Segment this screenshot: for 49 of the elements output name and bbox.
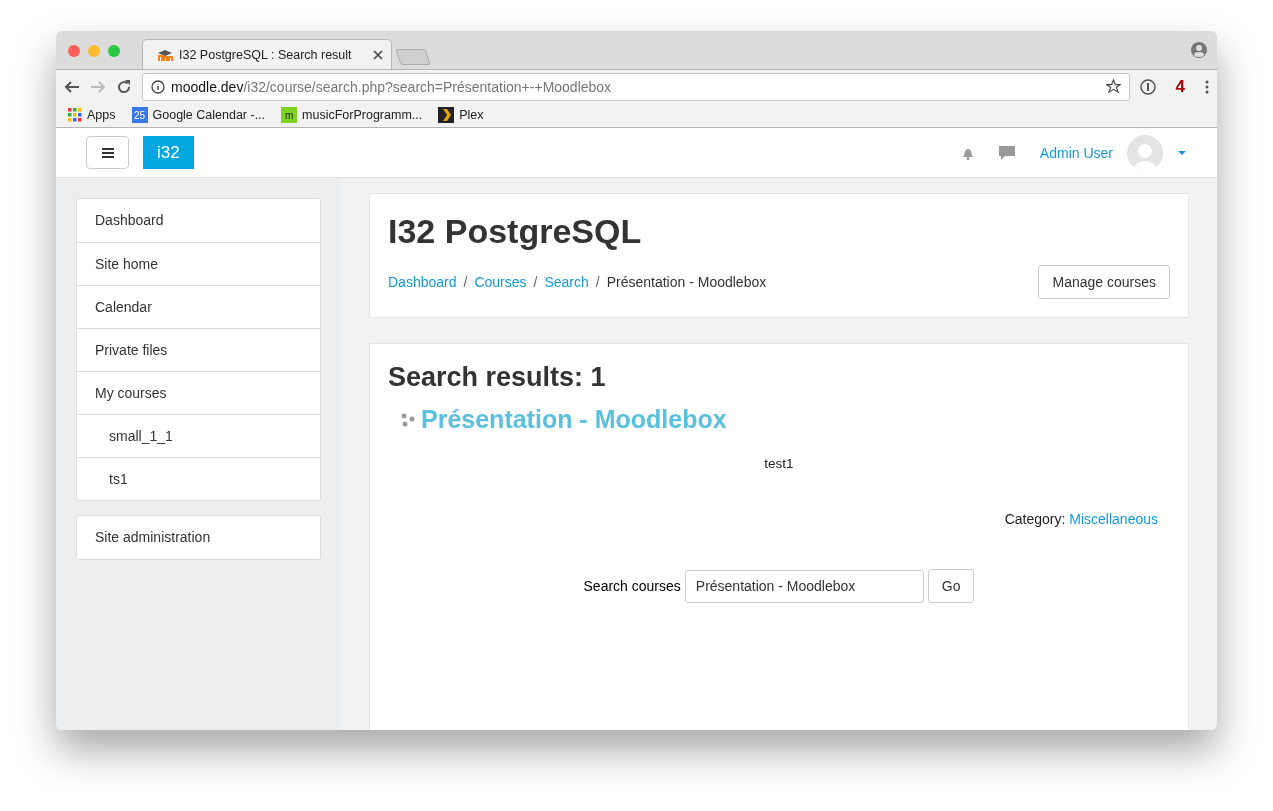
nav-item[interactable]: Calendar: [77, 285, 320, 328]
course-summary: test1: [763, 456, 795, 471]
menu-icon: [101, 147, 114, 158]
maximize-icon[interactable]: [108, 45, 120, 57]
apps-grid-icon: [68, 108, 82, 122]
caret-icon[interactable]: [1177, 149, 1187, 156]
search-field[interactable]: Présentation - Moodlebox: [684, 569, 924, 603]
close-icon[interactable]: [373, 49, 383, 60]
reload-icon[interactable]: [116, 78, 132, 95]
search-label: Search courses: [583, 578, 681, 594]
manage-courses-button[interactable]: Manage courses: [1038, 265, 1170, 299]
url-text: moodle.dev/i32/course/search.php?search=Présentation+-+Moodlebox: [171, 78, 612, 95]
new-tab-button[interactable]: [395, 49, 431, 65]
chat-icon[interactable]: [997, 144, 1016, 161]
music-m-icon: m: [281, 107, 298, 123]
bookmark-link[interactable]: Plex: [459, 108, 484, 122]
breadcrumb-separator: /: [595, 274, 600, 290]
course-icon: [400, 412, 415, 427]
nav-item[interactable]: ts1: [77, 457, 320, 500]
chevron-icon: [438, 107, 455, 123]
nav-item[interactable]: Dashboard: [77, 199, 320, 242]
info-icon: [151, 79, 165, 94]
profile-icon[interactable]: [1191, 42, 1207, 58]
bookmark-link[interactable]: musicForProgramm...: [302, 108, 423, 122]
bookmark-link[interactable]: Apps: [87, 108, 116, 122]
browser-tab[interactable]: I32 PostgreSQL : Search result: [142, 39, 392, 69]
breadcrumb-current[interactable]: Présentation - Moodlebox: [606, 274, 767, 290]
page-title: I32 PostgreSQL: [388, 212, 643, 251]
back-arrow-icon[interactable]: [64, 78, 80, 95]
calendar-icon: 25: [131, 107, 148, 123]
more-menu-icon[interactable]: [1205, 79, 1209, 94]
category-label: Category:: [1004, 511, 1066, 527]
nav-item[interactable]: small_1_1: [77, 414, 320, 457]
nav-item[interactable]: My courses: [77, 371, 320, 414]
breadcrumb-separator: /: [533, 274, 538, 290]
password-manager-icon[interactable]: [1139, 78, 1156, 95]
star-icon[interactable]: [1105, 79, 1121, 94]
forward-arrow-icon[interactable]: [90, 78, 106, 95]
go-button[interactable]: Go: [927, 569, 975, 603]
address-bar[interactable]: moodle.dev/i32/course/search.php?search=Présentation+-+Moodlebox: [142, 72, 1130, 101]
breadcrumb-separator: /: [463, 274, 468, 290]
nav-item[interactable]: Private files: [77, 328, 320, 371]
nav-item[interactable]: Site home: [77, 242, 320, 285]
results-heading: Search results: 1: [388, 362, 607, 393]
menu-button[interactable]: [86, 136, 129, 169]
extension-badge[interactable]: 4: [1175, 76, 1185, 97]
nav-item[interactable]: Site administration: [77, 516, 320, 559]
hat-icon: [157, 48, 173, 61]
bookmark-link[interactable]: Google Calendar -...: [152, 108, 266, 122]
